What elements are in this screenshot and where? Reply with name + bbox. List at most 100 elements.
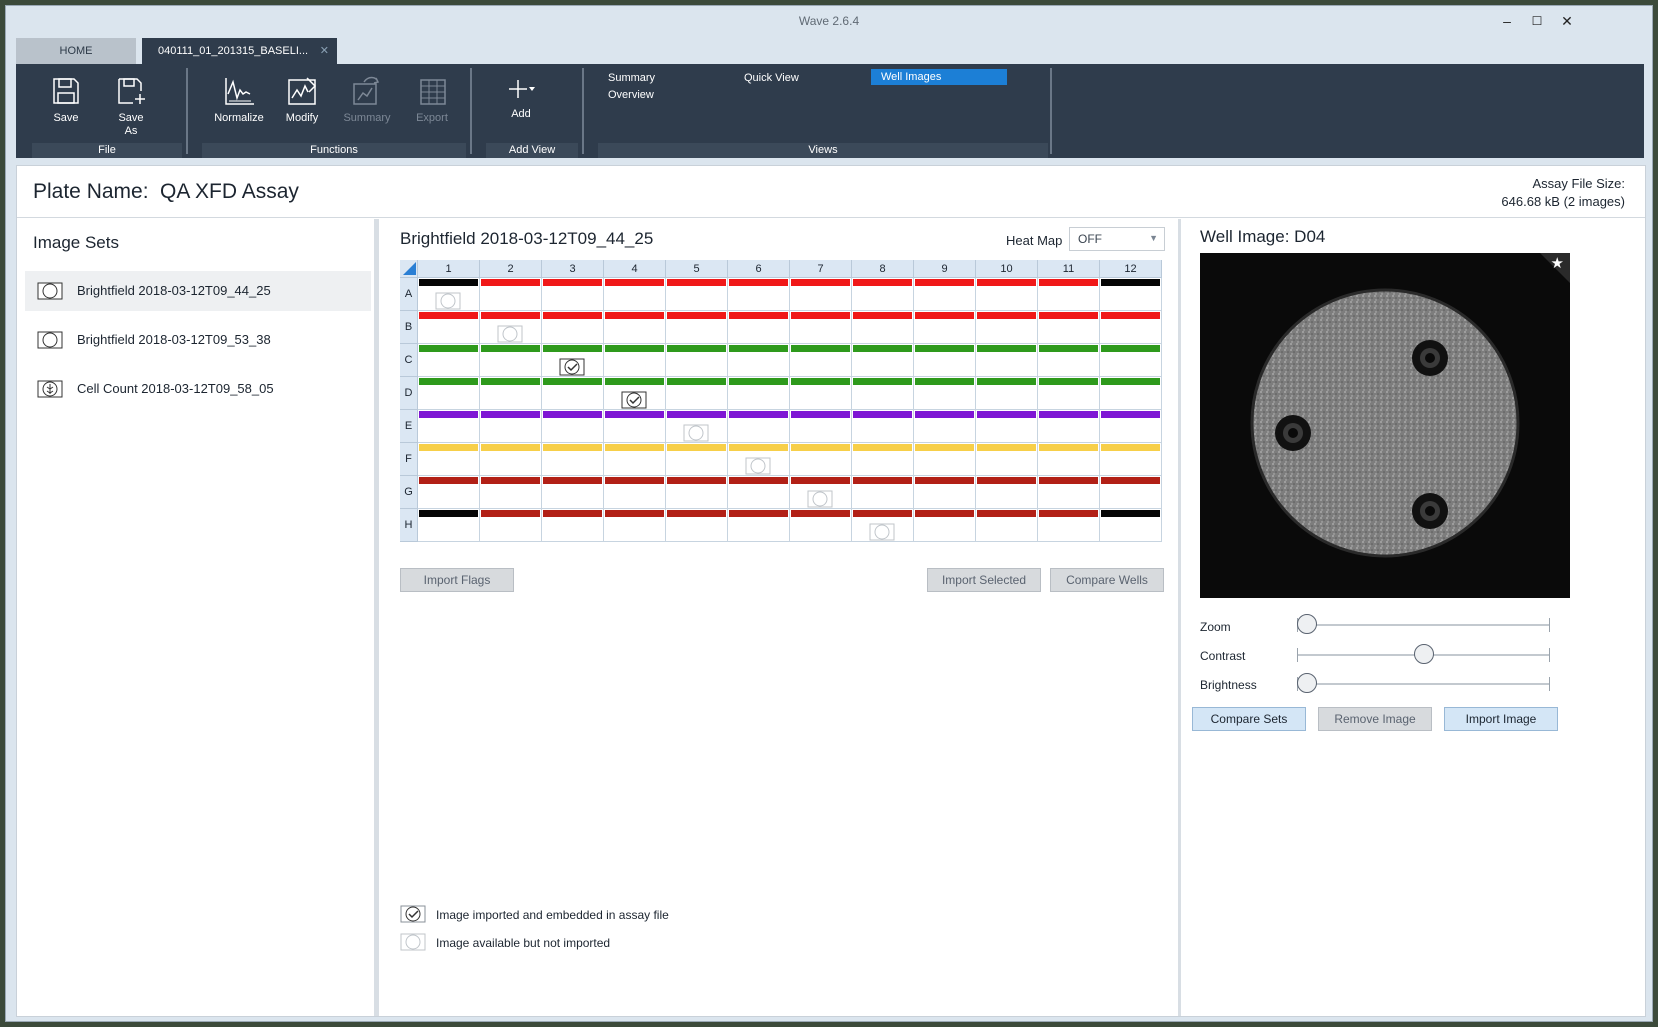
column-header[interactable]: 9 (914, 260, 976, 278)
well-cell[interactable] (1100, 476, 1162, 509)
normalize-button[interactable]: Normalize (206, 74, 272, 125)
well-cell[interactable] (542, 377, 604, 410)
well-cell[interactable] (852, 476, 914, 509)
well-cell[interactable] (542, 443, 604, 476)
well-cell[interactable] (1100, 377, 1162, 410)
summary-button[interactable]: Summary (337, 74, 397, 125)
well-cell[interactable] (914, 311, 976, 344)
column-header[interactable]: 1 (418, 260, 480, 278)
well-cell[interactable] (418, 377, 480, 410)
well-cell[interactable] (976, 476, 1038, 509)
close-button[interactable]: ✕ (1554, 9, 1580, 33)
well-cell[interactable] (418, 509, 480, 542)
column-header[interactable]: 12 (1100, 260, 1162, 278)
import-selected-button[interactable]: Import Selected (927, 568, 1041, 592)
column-header[interactable]: 4 (604, 260, 666, 278)
well-cell[interactable] (790, 476, 852, 509)
well-cell[interactable] (480, 509, 542, 542)
well-cell[interactable] (1038, 476, 1100, 509)
well-cell[interactable] (480, 476, 542, 509)
minimize-button[interactable]: – (1494, 9, 1520, 33)
well-cell[interactable] (852, 410, 914, 443)
well-cell[interactable] (728, 377, 790, 410)
column-header[interactable]: 10 (976, 260, 1038, 278)
contrast-slider[interactable] (1297, 644, 1550, 664)
tab-close-icon[interactable]: ✕ (320, 38, 329, 64)
well-cell[interactable] (1038, 278, 1100, 311)
well-cell[interactable] (914, 377, 976, 410)
tab-assay-file[interactable]: 040111_01_201315_BASELI... ✕ (142, 38, 337, 64)
well-cell[interactable] (604, 476, 666, 509)
well-cell[interactable] (480, 344, 542, 377)
row-header[interactable]: C (400, 344, 418, 377)
well-cell[interactable] (542, 311, 604, 344)
well-cell[interactable] (418, 443, 480, 476)
well-cell[interactable] (604, 377, 666, 410)
well-cell[interactable] (480, 278, 542, 311)
well-cell[interactable] (604, 344, 666, 377)
well-cell[interactable] (1100, 278, 1162, 311)
well-cell[interactable] (728, 344, 790, 377)
well-cell[interactable] (976, 509, 1038, 542)
well-cell[interactable] (914, 344, 976, 377)
well-cell[interactable] (852, 443, 914, 476)
column-header[interactable]: 2 (480, 260, 542, 278)
well-cell[interactable] (542, 509, 604, 542)
well-cell[interactable] (1100, 311, 1162, 344)
well-cell[interactable] (1100, 509, 1162, 542)
well-cell[interactable] (790, 311, 852, 344)
contrast-slider-knob[interactable] (1413, 644, 1434, 664)
compare-wells-button[interactable]: Compare Wells (1050, 568, 1164, 592)
well-cell[interactable] (666, 509, 728, 542)
well-cell[interactable] (480, 311, 542, 344)
well-cell[interactable] (1038, 443, 1100, 476)
well-cell[interactable] (418, 476, 480, 509)
well-cell[interactable] (418, 278, 480, 311)
favorite-star-icon[interactable]: ★ (1551, 254, 1564, 272)
column-header[interactable]: 7 (790, 260, 852, 278)
view-overview[interactable]: Overview (608, 89, 654, 101)
brightness-slider[interactable] (1297, 673, 1550, 693)
view-well-images[interactable]: Well Images (871, 69, 1007, 85)
well-cell[interactable] (790, 410, 852, 443)
well-cell[interactable] (790, 377, 852, 410)
well-cell[interactable] (666, 344, 728, 377)
well-cell[interactable] (1038, 311, 1100, 344)
well-cell[interactable] (728, 476, 790, 509)
column-header[interactable]: 3 (542, 260, 604, 278)
column-header[interactable]: 6 (728, 260, 790, 278)
well-cell[interactable] (1038, 509, 1100, 542)
well-cell[interactable] (418, 344, 480, 377)
well-cell[interactable] (728, 410, 790, 443)
well-cell[interactable] (914, 410, 976, 443)
row-header[interactable]: G (400, 476, 418, 509)
image-set-item[interactable]: Brightfield 2018-03-12T09_44_25 (25, 271, 371, 311)
well-cell[interactable] (1038, 410, 1100, 443)
well-cell[interactable] (666, 443, 728, 476)
column-header[interactable]: 8 (852, 260, 914, 278)
zoom-slider[interactable] (1297, 614, 1550, 634)
well-cell[interactable] (976, 410, 1038, 443)
well-cell[interactable] (976, 443, 1038, 476)
view-quick-view[interactable]: Quick View (744, 72, 799, 84)
well-cell[interactable] (976, 311, 1038, 344)
well-cell[interactable] (418, 410, 480, 443)
row-header[interactable]: D (400, 377, 418, 410)
well-cell[interactable] (604, 278, 666, 311)
well-cell[interactable] (728, 509, 790, 542)
well-cell[interactable] (666, 410, 728, 443)
well-cell[interactable] (790, 509, 852, 542)
row-header[interactable]: E (400, 410, 418, 443)
row-header[interactable]: A (400, 278, 418, 311)
save-button[interactable]: Save (36, 74, 96, 125)
well-cell[interactable] (914, 509, 976, 542)
well-cell[interactable] (914, 443, 976, 476)
well-cell[interactable] (604, 311, 666, 344)
well-cell[interactable] (976, 377, 1038, 410)
export-button[interactable]: Export (402, 74, 462, 125)
brightness-slider-knob[interactable] (1297, 673, 1317, 693)
row-header[interactable]: H (400, 509, 418, 542)
row-header[interactable]: B (400, 311, 418, 344)
well-cell[interactable] (542, 344, 604, 377)
view-summary[interactable]: Summary (608, 72, 655, 84)
